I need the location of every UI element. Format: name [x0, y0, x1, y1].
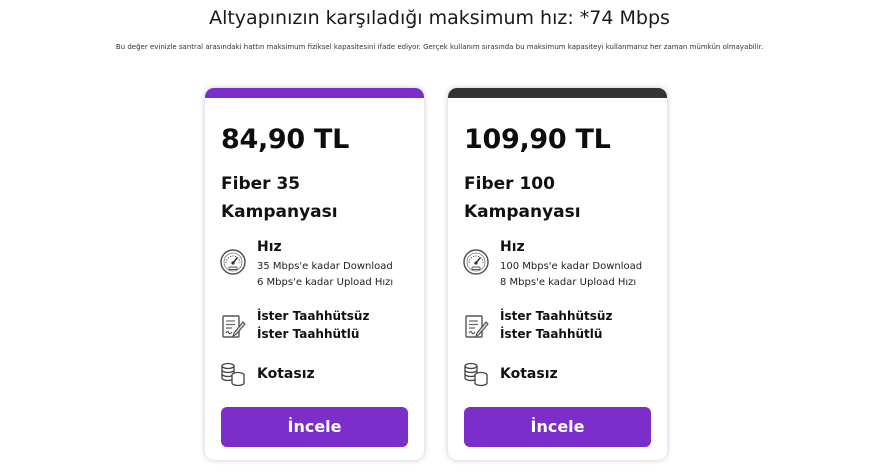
download-speed: 100 Mbps'e kadar Download — [500, 261, 643, 272]
plan-card-fiber-35: 84,90 TL Fiber 35 Kampanyası Hız 35 Mbps… — [205, 88, 424, 460]
no-commitment-option: İster Taahhütsüz — [500, 309, 613, 323]
plan-card-fiber-100: 109,90 TL Fiber 100 Kampanyası Hız 100 M… — [448, 88, 667, 460]
inspect-button[interactable]: İncele — [221, 407, 408, 447]
download-speed: 35 Mbps'e kadar Download — [257, 261, 393, 272]
plan-price: 84,90 TL — [221, 124, 350, 155]
upload-speed: 8 Mbps'e kadar Upload Hızı — [500, 277, 637, 288]
quota-label: Kotasız — [500, 366, 558, 382]
quota-label: Kotasız — [257, 366, 315, 382]
plan-name-line-2: Kampanyası — [464, 202, 581, 222]
speed-title: Hız — [500, 239, 525, 255]
contract-icon — [222, 315, 246, 338]
speedometer-icon — [463, 249, 489, 275]
card-top-bar — [205, 88, 424, 98]
card-top-bar — [448, 88, 667, 98]
plan-price: 109,90 TL — [464, 124, 611, 155]
plan-name-line-2: Kampanyası — [221, 202, 338, 222]
commitment-option: İster Taahhütlü — [500, 327, 603, 341]
plan-name: Fiber 35 Kampanyası — [221, 170, 411, 226]
plan-name-line-1: Fiber 100 — [464, 174, 555, 194]
coins-icon — [464, 362, 488, 387]
speed-title: Hız — [257, 239, 282, 255]
page-title: Altyapınızın karşıladığı maksimum hız: *… — [209, 7, 670, 29]
speedometer-icon — [220, 249, 246, 275]
contract-icon — [465, 315, 489, 338]
commitment-option: İster Taahhütlü — [257, 327, 360, 341]
page-description: Bu değer evinizle santral arasındaki hat… — [115, 43, 764, 51]
inspect-button[interactable]: İncele — [464, 407, 651, 447]
plan-name: Fiber 100 Kampanyası — [464, 170, 654, 226]
no-commitment-option: İster Taahhütsüz — [257, 309, 370, 323]
upload-speed: 6 Mbps'e kadar Upload Hızı — [257, 277, 394, 288]
plan-name-line-1: Fiber 35 — [221, 174, 301, 194]
coins-icon — [221, 362, 245, 387]
